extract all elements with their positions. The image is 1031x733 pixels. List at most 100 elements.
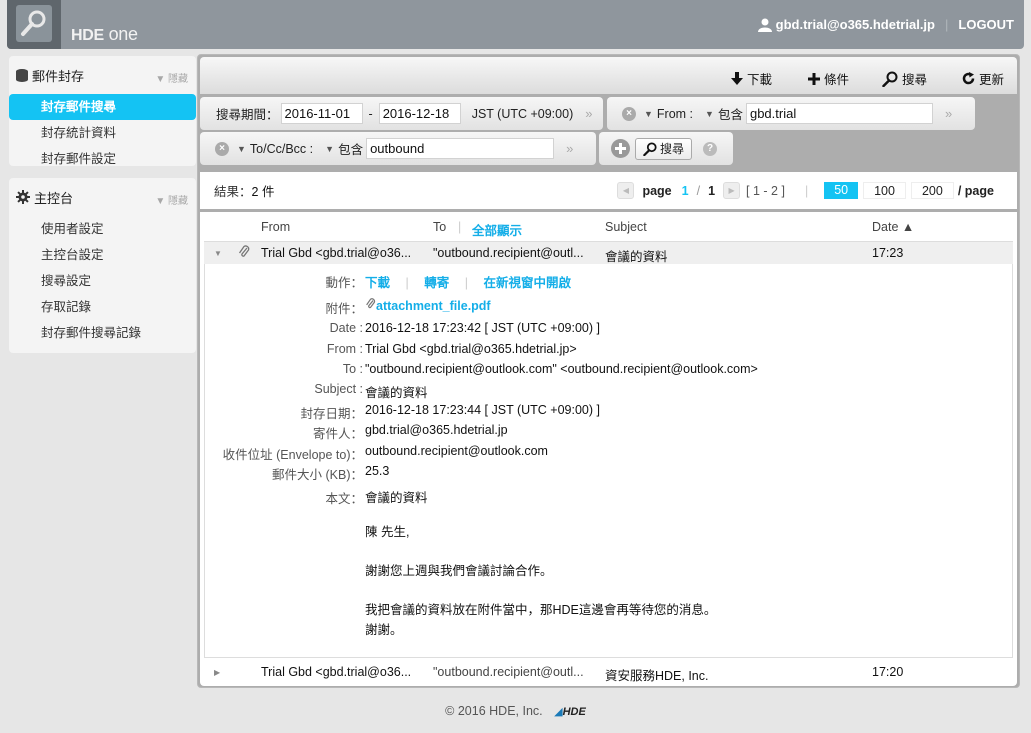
expand-icon[interactable]: » [566, 141, 573, 156]
sidebar-section-archive: 郵件封存 ▼ 隱藏 封存郵件搜尋 封存統計資料 封存郵件設定 [9, 56, 196, 166]
dropdown-arrow-icon: ▼ [325, 143, 335, 154]
date-to-input[interactable] [378, 103, 461, 124]
action-forward-link[interactable]: 轉寄 [424, 276, 449, 290]
sidebar-item-user-settings[interactable]: 使用者設定 [9, 216, 196, 242]
page-label: page [642, 183, 672, 198]
table-row[interactable]: ▼ Trial Gbd <gbd.trial@o36... "outbound.… [204, 241, 1013, 264]
paperclip-icon [366, 298, 376, 309]
current-page[interactable]: 1 [682, 184, 689, 198]
divider: | [945, 17, 949, 32]
row-date: 17:23 [872, 246, 904, 260]
sidebar-item-access-log[interactable]: 存取記錄 [9, 294, 196, 320]
date-from-input[interactable] [280, 103, 363, 124]
collapse-toggle[interactable]: ▼ 隱藏 [155, 192, 188, 207]
collapse-arrow-icon[interactable]: ▼ [214, 249, 222, 258]
main-panel: 下載 條件 搜尋 更新 搜尋期間： - JST (UTC +09:00) » ×… [197, 54, 1020, 688]
to-value: "outbound.recipient@outlook.com" <outbou… [365, 362, 758, 376]
row-subject: 會議的資料 [605, 250, 668, 264]
to-operator-select[interactable]: 包含 [338, 139, 363, 158]
attachment-label: 附件： [325, 302, 363, 316]
result-count: 2 件 [251, 185, 275, 199]
column-header-to[interactable]: To [433, 220, 446, 234]
divider: | [464, 276, 468, 290]
body-line: 陳 先生, [365, 525, 410, 539]
help-icon[interactable]: ? [703, 141, 718, 156]
from-label: From : [326, 342, 363, 356]
result-range: [ 1 - 2 ] [746, 183, 785, 198]
sidebar-item-archive-settings[interactable]: 封存郵件設定 [9, 146, 196, 172]
download-button[interactable]: 下載 [731, 69, 772, 88]
prev-page-button[interactable]: ◀ [617, 182, 635, 199]
add-filter-icon[interactable] [611, 139, 630, 158]
date-label: Date : [329, 321, 363, 335]
from-operator-select[interactable]: 包含 [718, 104, 743, 123]
column-header-subject[interactable]: Subject [605, 220, 647, 234]
date-value: 2016-12-18 17:23:42 [ JST (UTC +09:00) ] [365, 321, 600, 335]
action-download-link[interactable]: 下載 [365, 276, 390, 290]
logo[interactable] [7, 0, 61, 49]
search-icon [882, 71, 898, 87]
from-field-select[interactable]: From : [657, 107, 693, 121]
show-all-link[interactable]: 全部顯示 [472, 220, 522, 239]
sidebar-section-header[interactable]: 主控台 ▼ 隱藏 [9, 178, 196, 216]
sidebar-item-console-settings[interactable]: 主控台設定 [9, 242, 196, 268]
user-email[interactable]: gbd.trial@o365.hdetrial.jp [776, 17, 935, 32]
refresh-button[interactable]: 更新 [962, 69, 1004, 88]
attachment-link[interactable]: attachment_file.pdf [376, 299, 491, 313]
divider: | [405, 276, 409, 290]
to-value-input[interactable] [366, 138, 555, 159]
body-line: 我把會議的資料放在附件當中，那HDE這邊會再等待您的消息。 [365, 603, 717, 617]
results-bar: 結果： 2 件 ◀ page 1 / 1 ▶ [ 1 - 2 ] | 50 10… [200, 172, 1017, 209]
table-row[interactable]: ▶ Trial Gbd <gbd.trial@o36... "outbound.… [204, 661, 1013, 684]
message-detail: 動作： 下載 | 轉寄 | 在新視窗中開啟 附件： attachment_fil… [204, 264, 1013, 658]
search-button[interactable]: 搜尋 [635, 137, 693, 160]
action-open-new-window-link[interactable]: 在新視窗中開啟 [483, 276, 571, 290]
row-from: Trial Gbd <gbd.trial@o36... [261, 246, 412, 260]
magnifier-icon [21, 10, 46, 36]
row-subject: 資安服務HDE, Inc. [605, 669, 709, 683]
per-page-200[interactable]: 200 [910, 182, 954, 199]
page-separator: / [696, 183, 701, 198]
row-to: "outbound.recipient@outl... [433, 665, 584, 679]
to-field-select[interactable]: To/Cc/Bcc : [250, 142, 313, 156]
per-page-100[interactable]: 100 [863, 182, 906, 199]
body-label: 本文： [325, 492, 363, 506]
filter-actions: 搜尋 ? [599, 132, 733, 165]
expand-icon[interactable]: » [945, 106, 952, 121]
sidebar-section-title: 郵件封存 [32, 68, 85, 84]
sidebar-item-search-settings[interactable]: 搜尋設定 [9, 268, 196, 294]
sender-value: gbd.trial@o365.hdetrial.jp [365, 423, 508, 437]
sidebar-item-archive-stats[interactable]: 封存統計資料 [9, 120, 196, 146]
column-header-date[interactable]: Date ▲ [872, 220, 914, 234]
per-page-suffix: / page [957, 183, 994, 198]
body-line: 謝謝您上週與我們會議討論合作。 [365, 564, 553, 578]
sidebar-item-archive-search[interactable]: 封存郵件搜尋 [9, 94, 196, 120]
refresh-icon [962, 72, 975, 85]
collapse-toggle[interactable]: ▼ 隱藏 [155, 70, 188, 85]
logout-link[interactable]: LOGOUT [958, 17, 1014, 32]
dropdown-arrow-icon: ▼ [705, 108, 714, 119]
divider: | [804, 183, 809, 198]
plus-icon [808, 72, 820, 85]
expand-arrow-icon[interactable]: ▶ [214, 668, 220, 677]
copyright-text: © 2016 HDE, Inc. [445, 704, 543, 718]
per-page-50[interactable]: 50 [824, 182, 859, 199]
remove-filter-icon[interactable]: × [215, 141, 229, 156]
sidebar-section-header[interactable]: 郵件封存 ▼ 隱藏 [9, 56, 196, 94]
search-toggle-button[interactable]: 搜尋 [882, 69, 927, 88]
expand-icon[interactable]: » [585, 106, 592, 121]
period-label: 搜尋期間： [216, 108, 279, 122]
remove-filter-icon[interactable]: × [622, 106, 636, 121]
next-page-button[interactable]: ▶ [723, 182, 741, 199]
sidebar-item-search-log[interactable]: 封存郵件搜尋記錄 [9, 320, 196, 346]
to-label: To : [342, 362, 363, 376]
add-condition-button[interactable]: 條件 [808, 69, 849, 88]
column-header-from[interactable]: From [261, 220, 290, 234]
row-to: "outbound.recipient@outl... [433, 246, 584, 260]
user-icon [757, 18, 772, 32]
paperclip-icon [238, 245, 250, 262]
archived-date-label: 封存日期： [300, 407, 363, 421]
search-icon [643, 141, 657, 156]
row-from: Trial Gbd <gbd.trial@o36... [261, 665, 412, 679]
from-value-input[interactable] [745, 103, 933, 124]
